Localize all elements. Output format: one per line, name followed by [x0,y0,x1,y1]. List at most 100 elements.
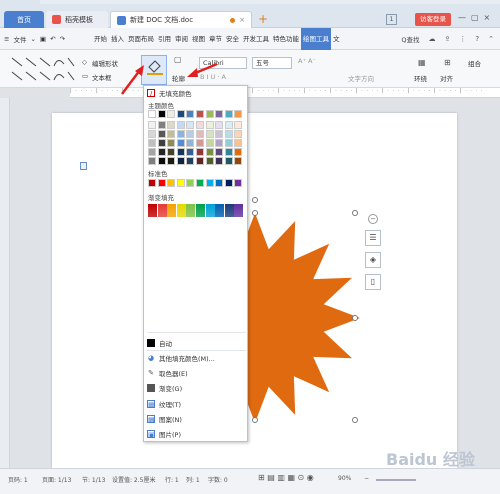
theme-color-swatch[interactable] [224,157,233,165]
gradient-color-swatch[interactable] [196,204,205,217]
theme-color-swatch[interactable] [196,139,204,147]
theme-color-swatch[interactable] [196,121,204,129]
theme-color-swatch[interactable] [215,148,224,156]
undo-icon[interactable]: ↶ [50,35,55,43]
theme-color-swatch[interactable] [157,139,166,147]
tab-templates[interactable]: 稻壳模板 [46,11,108,28]
layout-options-icon[interactable]: ☰ [365,230,381,246]
theme-color-swatch[interactable] [234,130,243,138]
no-fill-item[interactable]: / 无填充颜色 [147,88,192,98]
theme-color-swatch[interactable] [157,148,166,156]
theme-color-swatch[interactable] [176,110,185,118]
hamburger-icon[interactable]: ≡ [4,35,9,43]
theme-color-swatch[interactable] [215,139,224,147]
theme-color-swatch[interactable] [186,130,195,138]
theme-color-swatch[interactable] [167,148,176,156]
auto-color-item[interactable]: 自动 [147,338,172,348]
resize-handle-top-right[interactable] [352,210,358,216]
standard-color-swatch[interactable] [186,179,195,187]
theme-color-swatch[interactable] [148,139,156,147]
tab-home[interactable]: 首页 [4,11,44,28]
menu-tab[interactable]: 审阅 [173,28,190,50]
menu-tab[interactable]: 特色功能 [271,28,301,50]
shape-lines-gallery[interactable] [10,56,78,84]
theme-color-swatch[interactable] [205,110,214,118]
file-menu[interactable]: 文件 [13,34,26,44]
theme-color-swatch[interactable] [157,110,166,118]
menu-tab[interactable]: 绘图工具 [301,27,331,50]
theme-color-swatch[interactable] [196,130,204,138]
collapse-float-icon[interactable]: − [368,214,378,224]
theme-color-swatch[interactable] [215,157,224,165]
cloud-icon[interactable]: ☁ [429,35,436,43]
theme-color-swatch[interactable] [176,121,185,129]
more-colors-item[interactable]: ◕ 其他填充颜色(M)... [147,353,215,363]
text-direction-button[interactable]: 文字方向 [348,73,374,83]
view-mode-icons[interactable]: ⊞ ▤ ▥ ▦ ⊙ ◉ [258,473,314,482]
gradient-color-swatch[interactable] [205,204,215,217]
standard-color-swatch[interactable] [224,179,233,187]
theme-color-swatch[interactable] [148,121,156,129]
eyedropper-item[interactable]: ✎ 取色器(E) [147,368,188,378]
theme-color-swatch[interactable] [205,130,214,138]
theme-color-swatch[interactable] [148,148,156,156]
gradient-color-swatch[interactable] [224,204,234,217]
theme-color-swatch[interactable] [234,110,243,118]
standard-color-swatch[interactable] [167,179,176,187]
help-icon[interactable]: ? [475,35,479,43]
collapse-icon[interactable]: ⌃ [488,35,494,43]
theme-color-swatch[interactable] [234,157,243,165]
standard-color-swatch[interactable] [196,179,204,187]
gradient-item[interactable]: 渐变(G) [147,383,182,393]
chevron-down-icon[interactable]: ⌄ [30,35,35,43]
theme-color-swatch[interactable] [186,157,195,165]
picture-item[interactable]: ▣ 图片(P) [147,429,181,439]
theme-color-swatch[interactable] [176,130,185,138]
close-tab-icon[interactable]: × [239,16,245,24]
theme-color-swatch[interactable] [167,110,176,118]
theme-color-swatch[interactable] [224,110,233,118]
menu-tab[interactable]: 引用 [156,28,173,50]
theme-color-swatch[interactable] [215,121,224,129]
theme-color-swatch[interactable] [205,139,214,147]
quick-fill-icon[interactable]: ◈ [365,252,381,268]
standard-color-swatch[interactable] [234,179,243,187]
zoom-slider[interactable] [376,479,416,481]
pattern-item[interactable]: ▩ 图案(N) [147,414,182,424]
theme-color-swatch[interactable] [186,148,195,156]
theme-color-swatch[interactable] [224,148,233,156]
gradient-color-swatch[interactable] [157,204,167,217]
standard-color-swatch[interactable] [205,179,214,187]
gradient-color-swatch[interactable] [215,204,225,217]
theme-color-swatch[interactable] [196,157,204,165]
status-pages[interactable]: 页面: 1/13 [42,475,71,484]
theme-color-swatch[interactable] [224,121,233,129]
resize-handle-top[interactable] [252,210,258,216]
gradient-color-swatch[interactable] [234,204,244,217]
rotate-handle[interactable] [252,197,258,203]
theme-color-swatch[interactable] [234,148,243,156]
resize-handle-bottom[interactable] [252,417,258,423]
theme-color-swatch[interactable] [176,139,185,147]
more-icon[interactable]: ⋮ [459,35,466,43]
theme-color-swatch[interactable] [167,157,176,165]
zoom-level[interactable]: 90% [338,475,351,482]
theme-color-swatch[interactable] [167,130,176,138]
wrap-button[interactable]: 环绕 [414,73,427,83]
new-tab-button[interactable]: + [258,12,268,26]
outline-button[interactable]: 轮廓 [172,73,185,83]
theme-color-swatch[interactable] [224,130,233,138]
theme-color-swatch[interactable] [196,110,204,118]
theme-color-swatch[interactable] [234,121,243,129]
theme-color-swatch[interactable] [148,157,156,165]
font-size-select[interactable]: 五号 [252,57,292,69]
texture-item[interactable]: ▦ 纹理(T) [147,399,181,409]
theme-color-swatch[interactable] [157,157,166,165]
theme-color-swatch[interactable] [234,139,243,147]
align-button[interactable]: 对齐 [440,73,453,83]
theme-color-swatch[interactable] [157,130,166,138]
menu-tab[interactable]: 开发工具 [241,28,271,50]
menu-tab[interactable]: 开始 [92,28,109,50]
gradient-color-swatch[interactable] [167,204,177,217]
theme-color-swatch[interactable] [148,110,156,118]
